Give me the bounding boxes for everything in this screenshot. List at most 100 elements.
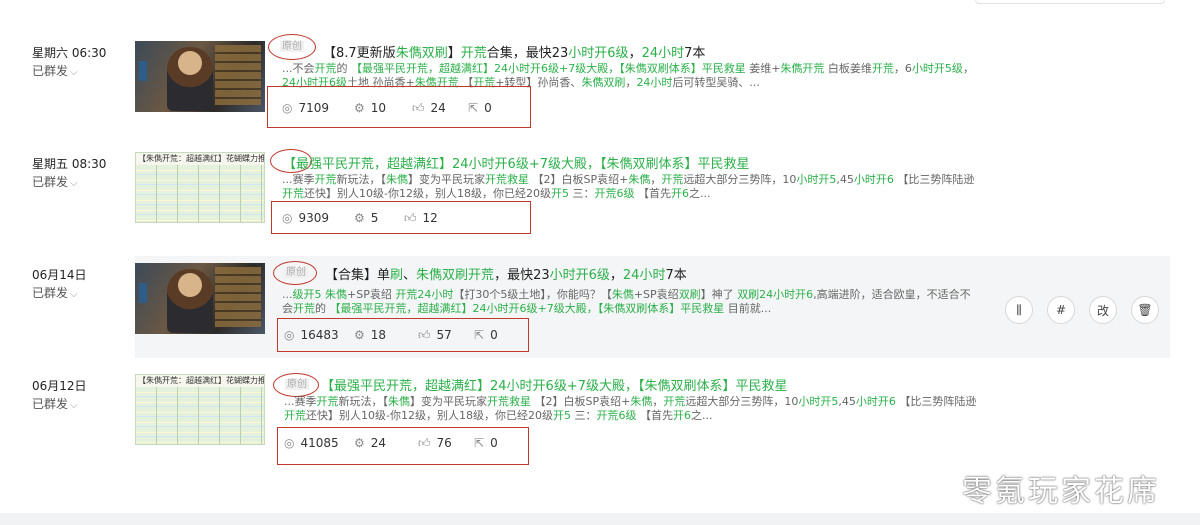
publish-status-dropdown[interactable]: 已群发 ⌵ [32,284,78,301]
keyword-highlight: 开荒24小时 [395,288,454,301]
thumbnail-header: 【朱儁开荒：超越满红】花蝴蝶力推荐 [136,153,264,165]
post-thumbnail[interactable] [135,41,265,112]
text-segment: 【比三势阵陆逊 [893,173,975,186]
thumbnail-header: 【朱儁开荒：超越满红】花蝴蝶力推荐 [136,375,264,387]
shares-stat: ⚙ 10 [354,101,386,115]
likes-count: 24 [430,101,446,115]
text-segment: 新玩法，【 [338,395,389,408]
delete-button[interactable]: 🗑︎ [1131,296,1159,324]
keyword-highlight: 开荒 [316,395,339,408]
keyword-highlight: 刷 [390,268,404,283]
text-segment: 的 [315,302,330,315]
post-title[interactable]: 【最强平民开荒，超越满红】24小时开6级+7级大殿，【朱儁双刷体系】平民救星 [321,375,788,394]
text-segment: ， [652,395,664,408]
text-segment: ,45 [838,395,856,408]
text-segment: 【2】白板SP袁绍+ [529,173,629,186]
eye-icon: ◎ [284,328,295,342]
publish-status-dropdown[interactable]: 已群发 ⌵ [32,62,78,79]
stats-button[interactable]: ⫼ [1005,296,1033,324]
text-segment: 7本 [665,268,687,283]
keyword-highlight: 开荒 [314,62,337,75]
keyword-highlight: 小时开5级 [911,62,963,75]
keyword-highlight: 小时开6级 [568,46,629,61]
thumbs-up-icon: 👍︎ [404,211,417,225]
likes-count: 12 [422,211,438,225]
keyword-highlight: 朱儁 [630,395,653,408]
shares-count: 10 [370,101,387,115]
reposts-stat: ⇱ 0 [474,436,498,450]
text-segment: 【首先 [634,187,671,200]
post-title[interactable]: 【最强平民开荒，超越满红】24小时开6级+7级大殿，【朱儁双刷体系】平民救星 [283,153,750,172]
keyword-highlight: 小时开5 [796,173,837,186]
keyword-highlight: 开荒救星 [487,395,531,408]
original-badge-label: 原创 [285,379,309,390]
post-thumbnail[interactable]: 【朱儁开荒：超越满红】花蝴蝶力推荐 [135,152,265,223]
trash-icon: 🗑︎ [1137,303,1153,317]
keyword-highlight: 朱儁 [628,173,651,186]
keyword-highlight: 24小时 [636,76,673,89]
text-segment: ， [650,173,662,186]
post-title[interactable]: 【合集】单刷、朱儁双刷开荒，最快23小时开6级，24小时7本 [325,264,687,283]
post-stats-box: ◎ 7109 ⚙ 10 👍︎ 24 ⇱ 0 [267,86,531,128]
keyword-highlight: 24小时 [641,46,685,61]
text-segment: 后可转型吴骑、... [672,76,760,89]
publish-status-label: 已群发 [32,286,69,300]
publish-status-dropdown[interactable]: 已群发 ⌵ [32,395,78,412]
shares-count: 18 [370,328,387,342]
text-segment: 的 [336,62,351,75]
text-segment: 】变为平民玩家 [408,173,485,186]
views-stat: ◎ 7109 [282,101,329,115]
text-segment: 姜维+ [745,62,781,75]
post-title[interactable]: 【8.7更新版朱儁双刷】开荒合集，最快23小时开6级，24小时7本 [323,42,705,61]
keyword-highlight: 开荒 [293,302,315,315]
thumbs-up-icon: 👍︎ [418,328,431,342]
keyword-highlight: 【最强平民开荒，超越满红】 [283,157,453,172]
share-out-icon: ⇱ [474,328,485,342]
text-segment: 远超大部分三势阵，10 [683,173,797,186]
edit-label: 改 [1096,303,1109,318]
text-segment: 三： [570,409,597,422]
views-count: 7109 [298,101,330,115]
text-segment: 远超大部分三势阵，10 [685,395,799,408]
text-segment: ， [962,62,974,75]
text-segment: +SP袁绍 [347,288,396,301]
original-badge: 原创 [273,373,319,397]
keyword-highlight: 开5 [552,409,571,422]
keyword-highlight: 朱儁双刷 [581,76,626,89]
likes-stat: 👍︎ 12 [404,211,438,225]
original-badge: 原创 [268,34,316,60]
keyword-highlight: 开荒 [284,409,306,422]
keyword-highlight: 开荒 [661,173,684,186]
keyword-highlight: 开6 [672,409,691,422]
share-out-icon: ⇱ [474,436,485,450]
keyword-highlight: 【最强平民开荒，超越满红】 [321,379,491,394]
hash-icon: # [1055,303,1067,317]
post-excerpt: ...赛季开荒新玩法，【朱儁】变为平民玩家开荒救星 【2】白板SP袁绍+朱儁，开… [284,395,979,423]
text-segment: ...不会 [282,62,315,75]
shares-count: 24 [370,436,387,450]
likes-count: 76 [436,436,452,450]
text-segment: 【首先 [636,409,673,422]
post-excerpt: ...赛季开荒新玩法，【朱儁】变为平民玩家开荒救星 【2】白板SP袁绍+朱儁，开… [282,173,977,201]
keyword-highlight: ，【朱儁双刷体系】平民救星 [625,379,788,394]
text-segment: 还快】别人10级-你12级，别人18级，你已经20级 [306,409,553,422]
keyword-highlight: 【最强平民开荒，超越满红】24小时开6级+7级大殿，【朱儁双刷体系】平民救星 [351,62,746,75]
thumbs-up-icon: 👍︎ [418,436,431,450]
post-thumbnail[interactable]: 【朱儁开荒：超越满红】花蝴蝶力推荐 [135,374,265,445]
text-segment: 还快】别人10级-你12级，别人18级，你已经20级 [304,187,551,200]
post-thumbnail[interactable] [135,263,265,334]
publish-status-dropdown[interactable]: 已群发 ⌵ [32,173,78,190]
keyword-highlight: 开荒 [871,62,894,75]
search-input[interactable] [975,0,1165,4]
keyword-highlight: 24小时开6级+7级大殿 [452,157,587,172]
text-segment: ,45 [836,173,854,186]
page-footer-strip [0,513,1200,525]
keyword-highlight: 朱儁双刷 [395,46,448,61]
tag-button[interactable]: # [1047,296,1075,324]
publish-status-label: 已群发 [32,64,69,78]
edit-button[interactable]: 改 [1089,296,1117,324]
publish-status-label: 已群发 [32,175,69,189]
keyword-highlight: 【最强平民开荒，超越满红】24小时开6级+7级大殿，【朱儁双刷体系】平民救星 [329,302,725,315]
views-stat: ◎ 16483 [284,328,339,342]
keyword-highlight: 开荒 [663,395,686,408]
